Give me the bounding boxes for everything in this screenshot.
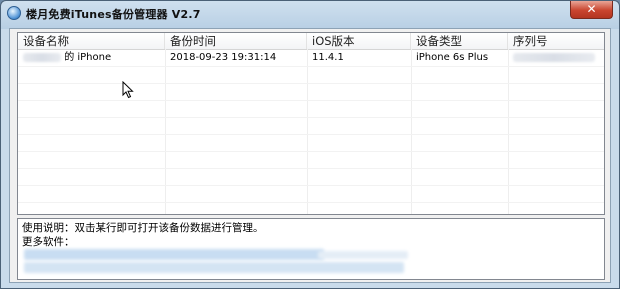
redacted-link[interactable] bbox=[24, 262, 404, 273]
row-divider bbox=[18, 202, 604, 203]
window-title: 楼月免费iTunes备份管理器 V2.7 bbox=[26, 8, 201, 21]
table-row[interactable]: 的 iPhone 2018-09-23 19:31:14 11.4.1 iPho… bbox=[18, 49, 604, 66]
redacted-link[interactable] bbox=[318, 251, 408, 259]
row-divider bbox=[18, 168, 604, 169]
row-divider bbox=[18, 117, 604, 118]
row-divider bbox=[18, 66, 604, 67]
row-divider bbox=[18, 134, 604, 135]
column-header-serial[interactable]: 序列号 bbox=[508, 33, 604, 49]
client-area: 设备名称 备份时间 iOS版本 设备类型 序列号 的 iPhone 2018-0… bbox=[9, 28, 611, 283]
cell-device-type: iPhone 6s Plus bbox=[416, 52, 489, 63]
row-divider bbox=[18, 185, 604, 186]
row-divider bbox=[18, 151, 604, 152]
column-header-backup-time[interactable]: 备份时间 bbox=[165, 33, 307, 49]
info-panel: 使用说明：双击某行即可打开该备份数据进行管理。 更多软件： bbox=[17, 218, 605, 280]
row-divider bbox=[18, 100, 604, 101]
close-button[interactable]: ✕ bbox=[570, 1, 613, 19]
more-software-label: 更多软件： bbox=[22, 236, 75, 248]
title-bar[interactable]: 楼月免费iTunes备份管理器 V2.7 ✕ bbox=[1, 1, 619, 27]
list-header: 设备名称 备份时间 iOS版本 设备类型 序列号 bbox=[18, 33, 604, 50]
column-header-device-type[interactable]: 设备类型 bbox=[411, 33, 508, 49]
column-header-ios-version[interactable]: iOS版本 bbox=[307, 33, 411, 49]
column-header-device-name[interactable]: 设备名称 bbox=[18, 33, 165, 49]
usage-instructions: 使用说明：双击某行即可打开该备份数据进行管理。 bbox=[22, 222, 264, 234]
device-name-text: 的 iPhone bbox=[64, 52, 112, 63]
cell-backup-time: 2018-09-23 19:31:14 bbox=[170, 52, 277, 63]
mouse-cursor-icon bbox=[122, 81, 134, 99]
app-window: 楼月免费iTunes备份管理器 V2.7 ✕ 设备名称 备份时间 iOS版本 设… bbox=[0, 0, 620, 289]
redacted-device-owner bbox=[23, 52, 61, 62]
redacted-link[interactable] bbox=[24, 249, 324, 260]
redacted-serial bbox=[513, 52, 595, 62]
cell-serial bbox=[508, 49, 604, 66]
backup-list[interactable]: 设备名称 备份时间 iOS版本 设备类型 序列号 的 iPhone 2018-0… bbox=[17, 32, 605, 215]
app-icon bbox=[7, 6, 21, 20]
cell-ios-version: 11.4.1 bbox=[312, 52, 344, 63]
row-divider bbox=[18, 83, 604, 84]
cell-device-name: 的 iPhone bbox=[18, 49, 165, 66]
